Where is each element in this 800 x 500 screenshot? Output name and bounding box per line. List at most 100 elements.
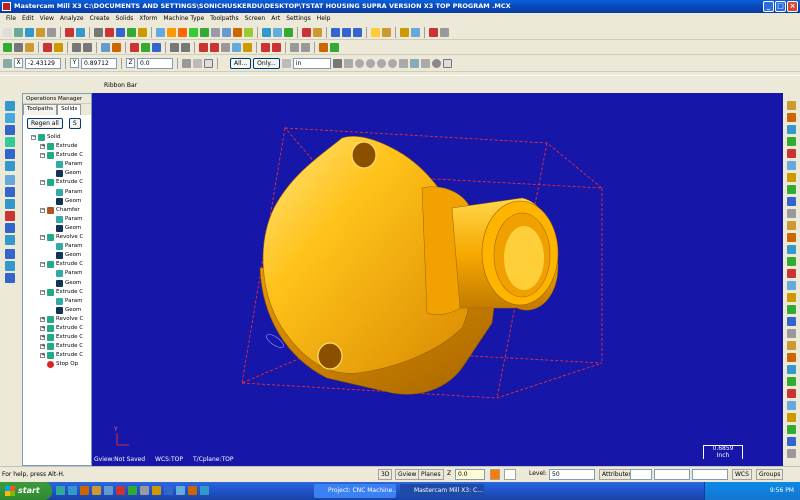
unzoom-icon[interactable] xyxy=(284,27,293,37)
tree-item[interactable]: − Extrude C xyxy=(23,151,91,160)
color-dropdown[interactable] xyxy=(504,469,516,480)
level-field[interactable]: 50 xyxy=(549,469,595,480)
menu-toolpaths[interactable]: Toolpaths xyxy=(207,13,241,25)
all-button[interactable]: All... xyxy=(230,57,252,69)
tree-expand-toggle[interactable]: − xyxy=(40,262,45,268)
left-tool-icon[interactable] xyxy=(5,223,15,233)
join-icon[interactable] xyxy=(272,42,281,52)
menu-analyze[interactable]: Analyze xyxy=(57,13,87,25)
tree-item[interactable]: Geom xyxy=(23,197,91,206)
z-coordinate-field[interactable]: 0.0 xyxy=(137,57,173,69)
rectangle-icon[interactable] xyxy=(232,42,241,52)
trim-icon[interactable] xyxy=(72,42,81,52)
quick-launch-icon[interactable] xyxy=(104,486,113,495)
print-icon[interactable] xyxy=(36,27,45,37)
tree-item[interactable]: − Solid xyxy=(23,133,91,142)
delete-icon[interactable] xyxy=(76,27,85,37)
left-tool-icon[interactable] xyxy=(5,137,15,147)
print-icon[interactable] xyxy=(222,27,231,37)
line-style-select[interactable] xyxy=(654,469,690,480)
right-tool-icon[interactable] xyxy=(787,209,796,218)
vector-select-icon[interactable] xyxy=(376,58,386,68)
fast-point-icon[interactable] xyxy=(3,58,12,68)
left-tool-icon[interactable] xyxy=(5,149,15,159)
solid-model-view[interactable]: Y xyxy=(92,93,783,466)
point-entry-icon[interactable] xyxy=(193,58,202,68)
tree-item[interactable]: Param xyxy=(23,215,91,224)
task-project-cnc[interactable]: Project: CNC Machine... xyxy=(314,484,396,498)
window-select-icon[interactable] xyxy=(354,58,364,68)
offset-icon[interactable] xyxy=(319,42,328,52)
right-tool-icon[interactable] xyxy=(787,401,796,410)
start-button[interactable]: start xyxy=(0,482,52,500)
tree-item[interactable]: + Extrude C xyxy=(23,351,91,360)
quick-launch-icon[interactable] xyxy=(200,486,209,495)
unzoom-icon[interactable] xyxy=(94,27,103,37)
translate-icon[interactable] xyxy=(101,42,110,52)
help-icon[interactable] xyxy=(204,58,213,68)
tree-item[interactable]: + Extrude C xyxy=(23,333,91,342)
menu-help[interactable]: Help xyxy=(314,13,334,25)
delete-icon[interactable] xyxy=(262,27,271,37)
tree-expand-toggle[interactable]: + xyxy=(40,144,45,150)
left-tool-icon[interactable] xyxy=(5,125,15,135)
tree-expand-toggle[interactable]: − xyxy=(40,180,45,186)
tree-item[interactable]: Param xyxy=(23,297,91,306)
cut-icon[interactable] xyxy=(47,27,56,37)
quick-launch-icon[interactable] xyxy=(92,486,101,495)
shade-icon[interactable] xyxy=(313,27,322,37)
color-swatch[interactable] xyxy=(490,469,500,480)
cursor-icon[interactable] xyxy=(332,58,342,68)
task-mastercam[interactable]: Mastercam Mill X3: C... xyxy=(400,484,484,498)
tree-expand-toggle[interactable]: − xyxy=(31,135,36,140)
new-file-icon[interactable] xyxy=(371,27,380,37)
right-tool-icon[interactable] xyxy=(787,221,796,230)
quick-launch-icon[interactable] xyxy=(80,486,89,495)
right-tool-icon[interactable] xyxy=(787,293,796,302)
tree-item[interactable]: Geom xyxy=(23,169,91,178)
close-button[interactable]: × xyxy=(787,1,798,12)
point-style-select[interactable] xyxy=(630,469,652,480)
minimize-button[interactable]: _ xyxy=(763,1,774,12)
print-icon[interactable] xyxy=(400,27,409,37)
polygon-select-icon[interactable] xyxy=(365,58,375,68)
tree-item[interactable]: − Extrude C xyxy=(23,178,91,187)
tree-item[interactable]: + Revolve C xyxy=(23,315,91,324)
quick-launch-icon[interactable] xyxy=(152,486,161,495)
tree-item[interactable]: Param xyxy=(23,188,91,197)
delete-icon[interactable] xyxy=(440,27,449,37)
redo-icon[interactable] xyxy=(65,27,74,37)
maximize-button[interactable]: □ xyxy=(775,1,786,12)
left-tool-icon[interactable] xyxy=(5,187,15,197)
shade-icon[interactable] xyxy=(127,27,136,37)
tree-item[interactable]: Param xyxy=(23,160,91,169)
solids-options-button[interactable]: S xyxy=(68,117,81,129)
right-tool-icon[interactable] xyxy=(787,365,796,374)
tree-expand-toggle[interactable]: + xyxy=(40,353,45,359)
save-icon[interactable] xyxy=(25,27,34,37)
new-file-icon[interactable] xyxy=(189,27,198,37)
rectangle-icon[interactable] xyxy=(54,42,63,52)
level-icon[interactable] xyxy=(167,27,176,37)
verify-icon[interactable] xyxy=(409,58,419,68)
menu-settings[interactable]: Settings xyxy=(283,13,314,25)
left-tool-icon[interactable] xyxy=(5,199,15,209)
tree-expand-toggle[interactable]: + xyxy=(40,325,45,331)
chamfer-icon[interactable] xyxy=(221,42,230,52)
mode-3d-button[interactable]: 3D xyxy=(378,469,393,480)
save-icon[interactable] xyxy=(211,27,220,37)
tree-item[interactable]: − Revolve C xyxy=(23,233,91,242)
cut-icon[interactable] xyxy=(411,27,420,37)
tree-expand-toggle[interactable]: − xyxy=(40,289,45,295)
left-tool-icon[interactable] xyxy=(5,273,15,283)
line-icon[interactable] xyxy=(14,42,23,52)
fillet-icon[interactable] xyxy=(210,42,219,52)
right-tool-icon[interactable] xyxy=(787,245,796,254)
line-width-select[interactable] xyxy=(692,469,728,480)
tree-item[interactable]: Geom xyxy=(23,306,91,315)
quick-launch-icon[interactable] xyxy=(128,486,137,495)
tree-expand-toggle[interactable]: − xyxy=(40,153,45,159)
quick-launch-icon[interactable] xyxy=(68,486,77,495)
left-tool-icon[interactable] xyxy=(5,101,15,111)
quick-launch-icon[interactable] xyxy=(56,486,65,495)
